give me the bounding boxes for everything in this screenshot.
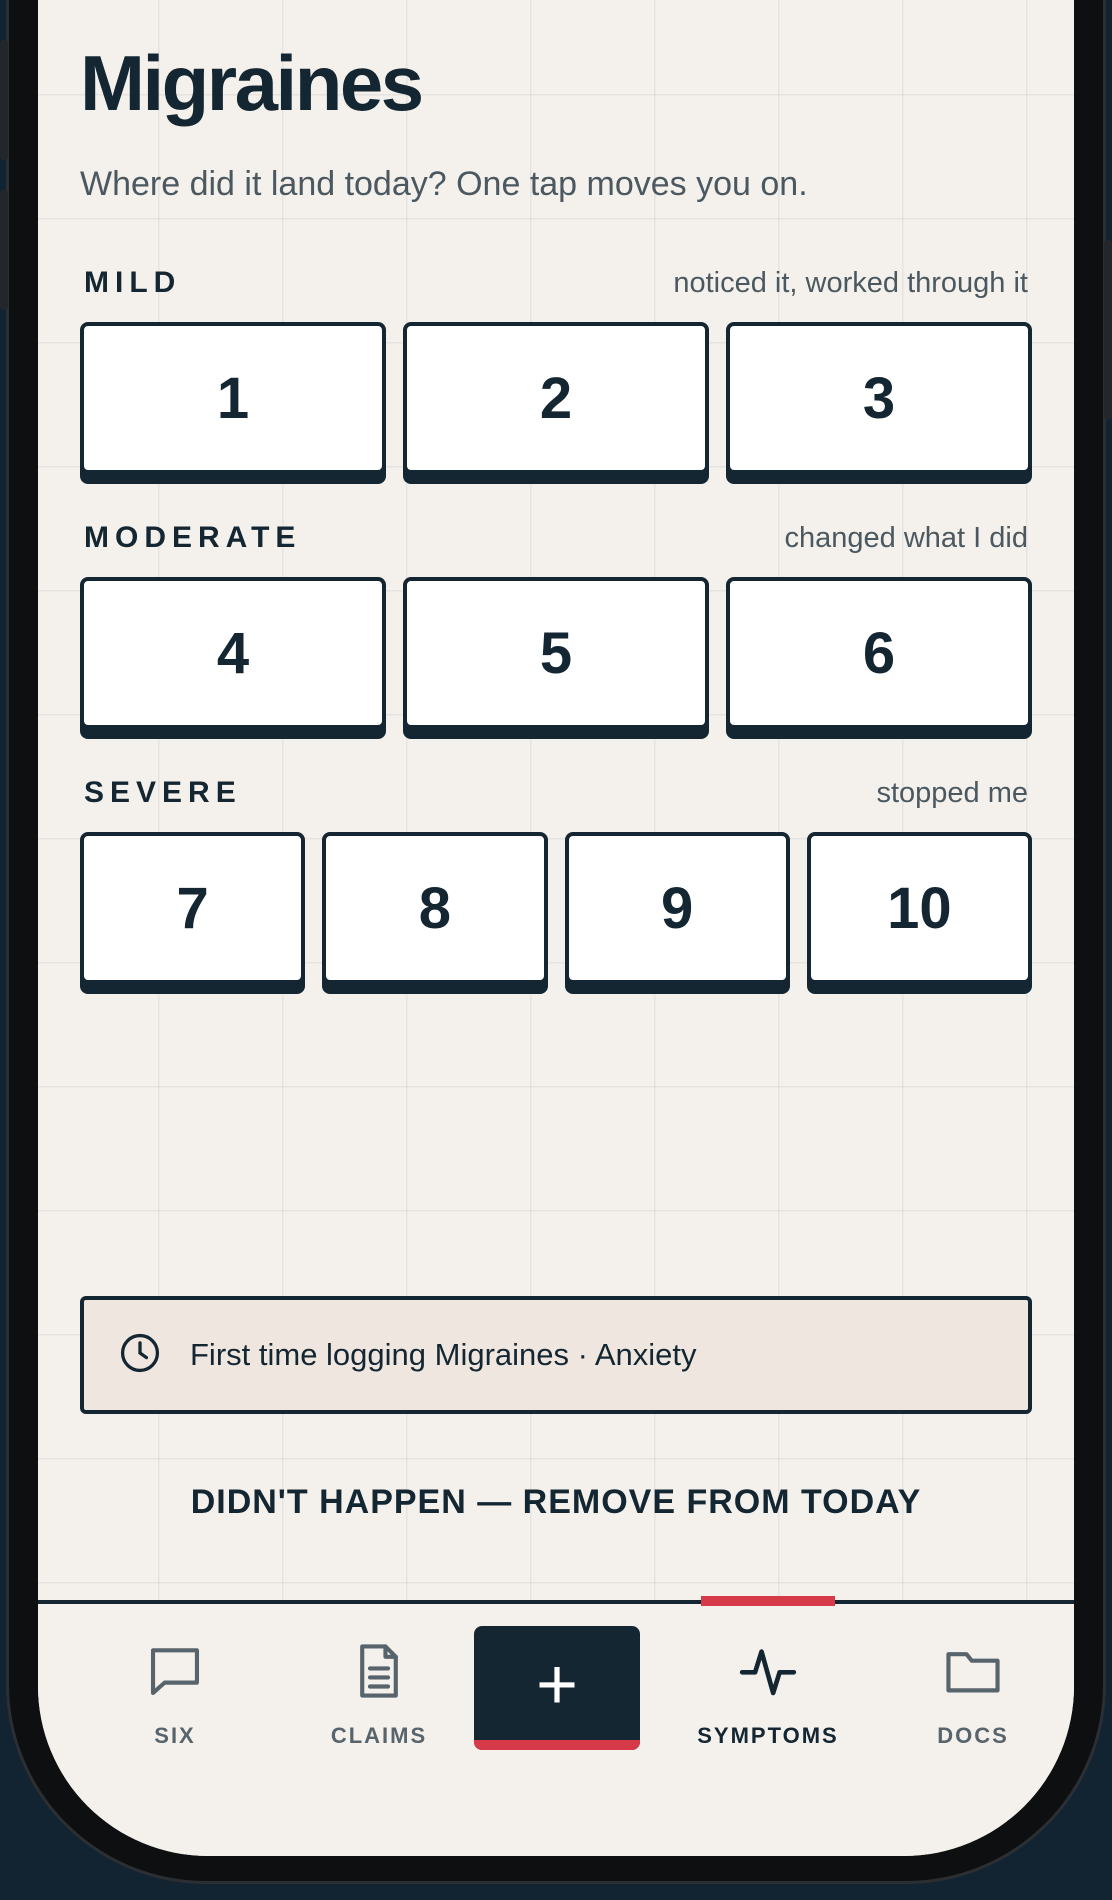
severity-button-2[interactable]: 2 [403, 322, 709, 474]
severity-button-9[interactable]: 9 [564, 832, 790, 984]
severity-button-10[interactable]: 10 [806, 832, 1032, 984]
severity-row-moderate: 4 5 6 [80, 577, 1032, 729]
tab-label: SIX [154, 1723, 196, 1748]
history-card: First time logging Migraines · Anxiety [80, 1296, 1032, 1414]
clock-icon [118, 1331, 162, 1380]
tier-label: MILD [84, 266, 182, 299]
tab-six[interactable]: SIX [70, 1640, 280, 1749]
severity-button-6[interactable]: 6 [726, 577, 1032, 729]
history-text: First time logging Migraines · Anxiety [190, 1337, 697, 1372]
page-subtitle: Where did it land today? One tap moves y… [80, 165, 808, 203]
phone-side-button [1104, 240, 1112, 420]
tier-header-moderate: MODERATE changed what I did [84, 521, 1028, 555]
severity-button-4[interactable]: 4 [80, 577, 386, 729]
pulse-icon [737, 1640, 799, 1707]
severity-button-8[interactable]: 8 [322, 832, 548, 984]
tab-label: SYMPTOMS [697, 1723, 839, 1748]
severity-button-3[interactable]: 3 [726, 322, 1032, 474]
tier-label: SEVERE [84, 776, 242, 809]
app-screen: Migraines Where did it land today? One t… [38, 0, 1074, 1856]
tier-header-mild: MILD noticed it, worked through it [84, 266, 1028, 300]
tab-label: CLAIMS [330, 1723, 428, 1748]
tier-label: MODERATE [84, 521, 302, 554]
tier-description: changed what I did [784, 522, 1028, 554]
page-title: Migraines [80, 39, 424, 127]
severity-button-7[interactable]: 7 [80, 832, 306, 984]
tab-claims[interactable]: CLAIMS [274, 1640, 484, 1749]
tier-description: noticed it, worked through it [673, 267, 1028, 299]
active-tab-indicator [701, 1596, 835, 1606]
severity-button-5[interactable]: 5 [403, 577, 709, 729]
fab-accent-stripe [474, 1740, 640, 1750]
phone-side-button [0, 190, 8, 310]
severity-button-1[interactable]: 1 [80, 322, 386, 474]
add-entry-button[interactable]: + [474, 1626, 640, 1750]
bottom-tab-bar: SIX CLAIMS + SYMPTOMS DOCS [38, 1596, 1074, 1856]
phone-side-button [0, 40, 8, 160]
tier-description: stopped me [876, 777, 1028, 809]
folder-icon [942, 1640, 1004, 1707]
severity-row-mild: 1 2 3 [80, 322, 1032, 474]
document-icon [348, 1640, 410, 1707]
tab-docs[interactable]: DOCS [868, 1640, 1074, 1749]
tab-label: DOCS [937, 1723, 1009, 1748]
tab-symptoms[interactable]: SYMPTOMS [663, 1640, 873, 1749]
plus-icon: + [535, 1645, 579, 1725]
remove-from-today-button[interactable]: DIDN'T HAPPEN — REMOVE FROM TODAY [38, 1483, 1074, 1522]
severity-row-severe: 7 8 9 10 [80, 832, 1032, 984]
chat-bubble-icon [144, 1640, 206, 1707]
tier-header-severe: SEVERE stopped me [84, 776, 1028, 810]
